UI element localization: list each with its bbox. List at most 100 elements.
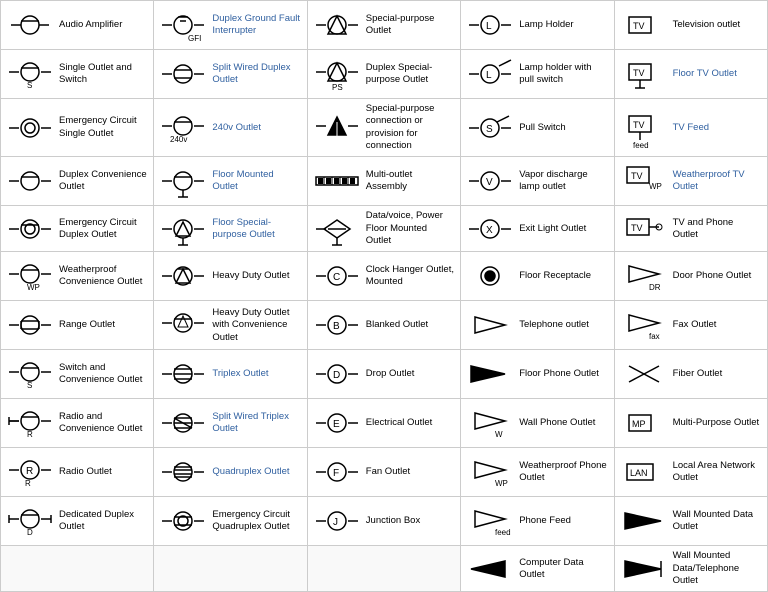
svg-text:S: S [27,381,32,390]
cell-single-outlet-switch: S Single Outlet and Switch [1,50,154,99]
svg-text:TV: TV [633,120,645,130]
svg-text:E: E [333,419,340,430]
label-emergency-circuit-quadruplex: Emergency Circuit Quadruplex Outlet [212,509,300,534]
svg-text:W: W [495,430,503,439]
svg-text:F: F [333,468,339,479]
svg-text:240v: 240v [170,135,187,144]
cell-floor-mounted-outlet: Floor Mounted Outlet [154,157,307,206]
cell-floor-tv-outlet: TV Floor TV Outlet [615,50,768,99]
label-lamp-holder: Lamp Holder [519,19,573,31]
cell-emergency-circuit-quadruplex: Emergency Circuit Quadruplex Outlet [154,497,307,546]
cell-weatherproof-tv: TV WP Weatherproof TV Outlet [615,157,768,206]
svg-text:LAN: LAN [630,468,648,478]
cell-switch-convenience: S Switch and Convenience Outlet [1,350,154,399]
svg-text:D: D [27,528,33,537]
symbol-radio-outlet: R R [7,452,53,492]
svg-text:R: R [25,479,31,488]
label-single-outlet-switch: Single Outlet and Switch [59,62,147,87]
svg-text:TV: TV [631,223,643,233]
cell-split-wired-duplex: Split Wired Duplex Outlet [154,50,307,99]
cell-empty-1 [1,546,154,592]
cell-duplex-special-purpose: PS Duplex Special-purpose Outlet [308,50,461,99]
label-drop-outlet: Drop Outlet [366,368,415,380]
cell-audio-amplifier: Audio Amplifier [1,1,154,50]
cell-fax-outlet: fax Fax Outlet [615,301,768,350]
label-data-voice-floor: Data/voice, Power Floor Mounted Outlet [366,210,454,247]
symbol-quadruplex-outlet [160,454,206,490]
label-lan-outlet: Local Area Network Outlet [673,460,761,485]
symbol-multi-outlet-assembly [314,163,360,199]
symbol-lamp-holder: L [467,7,513,43]
symbol-emergency-circuit-single [7,110,53,146]
label-quadruplex-outlet: Quadruplex Outlet [212,466,289,478]
symbol-vapor-discharge: V [467,163,513,199]
label-blanked-outlet: Blanked Outlet [366,319,428,331]
symbol-special-purpose-outlet [314,7,360,43]
symbol-switch-convenience: S [7,354,53,394]
cell-computer-data-outlet: Computer Data Outlet [461,546,614,592]
cell-junction-box: J Junction Box [308,497,461,546]
label-240v-outlet: 240v Outlet [212,122,261,134]
symbol-junction-box: J [314,503,360,539]
label-split-wired-duplex: Split Wired Duplex Outlet [212,62,300,87]
label-multi-purpose-outlet: Multi-Purpose Outlet [673,417,760,429]
cell-electrical-outlet: E Electrical Outlet [308,399,461,448]
label-emergency-circuit-duplex: Emergency Circuit Duplex Outlet [59,217,147,242]
symbol-lan-outlet: LAN [621,454,667,490]
cell-phone-feed: feed Phone Feed [461,497,614,546]
cell-exit-light-outlet: X Exit Light Outlet [461,206,614,252]
cell-television-outlet: TV Television outlet [615,1,768,50]
symbol-blanked-outlet: B [314,307,360,343]
label-special-purpose-outlet: Special-purpose Outlet [366,13,454,38]
symbol-fiber-outlet [621,356,667,392]
cell-floor-special-purpose: Floor Special-purpose Outlet [154,206,307,252]
label-fax-outlet: Fax Outlet [673,319,717,331]
symbol-special-purpose-connection [314,108,360,148]
symbol-computer-data-outlet [467,551,513,587]
cell-radio-outlet: R R Radio Outlet [1,448,154,497]
symbol-clock-hanger-outlet: C [314,258,360,294]
symbol-exit-light-outlet: X [467,211,513,247]
symbol-floor-mounted-outlet [160,163,206,199]
symbol-single-outlet-switch: S [7,54,53,94]
cell-tv-phone-outlet: TV TV and Phone Outlet [615,206,768,252]
svg-text:GFI: GFI [188,34,201,43]
cell-empty-3 [308,546,461,592]
cell-lamp-holder: L Lamp Holder [461,1,614,50]
symbol-floor-tv-outlet: TV [621,56,667,92]
label-fan-outlet: Fan Outlet [366,466,410,478]
symbol-weatherproof-tv: TV WP [621,161,667,201]
cell-clock-hanger-outlet: C Clock Hanger Outlet, Mounted [308,252,461,301]
symbol-multi-purpose-outlet: MP [621,405,667,441]
label-audio-amplifier: Audio Amplifier [59,19,122,31]
label-weatherproof-phone: Weatherproof Phone Outlet [519,460,607,485]
svg-text:fax: fax [649,332,660,341]
label-floor-special-purpose: Floor Special-purpose Outlet [212,217,300,242]
symbol-emergency-circuit-duplex [7,211,53,247]
svg-text:MP: MP [632,419,646,429]
symbol-duplex-ground-fault: GFI [160,5,206,45]
label-clock-hanger-outlet: Clock Hanger Outlet, Mounted [366,264,454,289]
label-split-wired-triplex: Split Wired Triplex Outlet [212,411,300,436]
label-wall-mounted-data-telephone: Wall Mounted Data/Telephone Outlet [673,550,761,587]
symbol-door-phone-outlet: DR [621,256,667,296]
cell-heavy-duty-convenience: Heavy Duty Outlet with Convenience Outle… [154,301,307,350]
label-phone-feed: Phone Feed [519,515,571,527]
legend-grid: Audio Amplifier GFI Duplex Ground Fault … [0,0,768,592]
svg-text:R: R [27,430,33,439]
label-telephone-outlet: Telephone outlet [519,319,589,331]
label-electrical-outlet: Electrical Outlet [366,417,433,429]
label-duplex-special-purpose: Duplex Special-purpose Outlet [366,62,454,87]
label-heavy-duty-convenience: Heavy Duty Outlet with Convenience Outle… [212,307,300,344]
cell-240v-outlet: 240v 240v Outlet [154,99,307,157]
label-exit-light-outlet: Exit Light Outlet [519,223,586,235]
symbol-tv-feed: TV feed [621,108,667,148]
symbol-wall-mounted-data [621,503,667,539]
svg-text:S: S [27,81,32,90]
cell-triplex-outlet: Triplex Outlet [154,350,307,399]
label-multi-outlet-assembly: Multi-outlet Assembly [366,169,454,194]
cell-floor-receptacle: Floor Receptacle [461,252,614,301]
cell-special-purpose-connection: Special-purpose connection or provision … [308,99,461,157]
cell-vapor-discharge: V Vapor discharge lamp outlet [461,157,614,206]
symbol-split-wired-triplex [160,405,206,441]
